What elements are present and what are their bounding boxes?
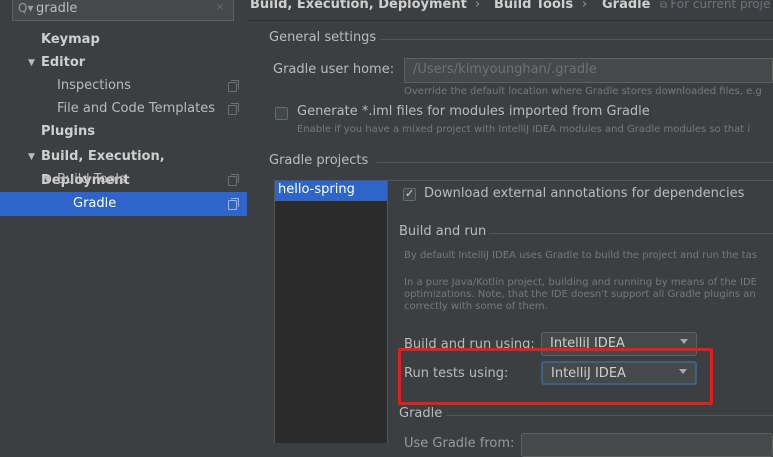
settings-sidebar: Q▾ gradle × Keymap ▼ Editor Inspections … [0,0,247,443]
breadcrumb-item[interactable]: Build, Execution, Deployment [250,0,467,12]
separator [446,415,773,416]
separator [380,39,773,40]
highlight-box [398,348,713,405]
use-gradle-from-label: Use Gradle from: [404,436,515,451]
build-and-run-note-line3: correctly with some of them. [404,301,548,312]
sidebar-item-label: Keymap [41,32,100,47]
search-icon: Q▾ [18,1,34,15]
breadcrumb-separator: › [475,0,481,12]
generate-iml-label[interactable]: Generate *.iml files for modules importe… [297,104,650,119]
project-scope-note: ⧉ For current proje [660,0,770,11]
project-scope-icon [228,174,239,186]
project-scope-icon [228,198,239,210]
sidebar-item-gradle[interactable]: Gradle [0,192,247,216]
project-scope-note-text: For current proje [670,0,771,11]
sidebar-item-label: Build Tools [57,172,126,187]
search-field[interactable]: Q▾ gradle × [12,0,234,21]
expand-arrow-icon[interactable]: ▼ [44,168,51,192]
sidebar-item-label: File and Code Templates [57,101,215,116]
separator [489,233,773,234]
general-settings-title: General settings [269,30,377,45]
breadcrumb-item: Gradle [602,0,651,12]
gradle-user-home-label: Gradle user home: [273,62,395,77]
sidebar-item-label: Inspections [57,78,131,93]
project-scope-icon [228,80,239,92]
gradle-projects-title: Gradle projects [269,153,369,168]
build-and-run-note-line2: optimizations. Note, that the IDE doesn'… [404,289,756,300]
gradle-user-home-field[interactable]: /Users/kimyounghan/.gradle [404,58,773,83]
sidebar-item-plugins[interactable]: Plugins [0,120,247,144]
sidebar-item-label: Plugins [41,124,95,139]
clear-search-icon[interactable]: × [216,2,224,13]
generate-iml-hint: Enable if you have a mixed project with … [297,124,751,135]
separator [377,162,773,163]
download-annotations-checkbox[interactable] [403,187,416,201]
gradle-projects-list[interactable]: hello-spring [274,180,388,443]
sidebar-item-label: Editor [41,55,86,70]
project-scope-icon: ⧉ [660,0,671,11]
chevron-down-icon [680,339,688,344]
expand-arrow-icon[interactable]: ▼ [28,51,35,75]
build-and-run-description: By default IntelliJ IDEA uses Gradle to … [404,250,757,261]
search-input[interactable]: gradle [36,1,77,16]
sidebar-item-editor[interactable]: ▼ Editor [0,51,247,75]
gradle-user-home-hint: Override the default location where Grad… [404,86,762,97]
sidebar-item-build-tools[interactable]: ▼ Build Tools [0,168,247,192]
gradle-section-title: Gradle [399,406,443,421]
list-item[interactable]: hello-spring [275,181,387,201]
use-gradle-from-dropdown[interactable] [521,433,773,457]
sidebar-item-inspections[interactable]: Inspections [0,74,247,98]
sidebar-item-file-code-templates[interactable]: File and Code Templates [0,97,247,121]
download-annotations-label[interactable]: Download external annotations for depend… [424,186,744,201]
gradle-user-home-input[interactable]: /Users/kimyounghan/.gradle [413,62,597,77]
breadcrumb-item[interactable]: Build Tools [494,0,573,12]
project-scope-icon [228,103,239,115]
expand-arrow-icon[interactable]: ▼ [28,145,35,169]
sidebar-item-build-execution-deployment[interactable]: ▼ Build, Execution, Deployment [0,145,247,188]
sidebar-item-keymap[interactable]: Keymap [0,28,247,52]
sidebar-item-label: Gradle [73,196,117,211]
generate-iml-checkbox[interactable] [275,107,288,120]
project-name: hello-spring [278,182,355,197]
breadcrumb: Build, Execution, Deployment › Build Too… [247,0,773,21]
breadcrumb-separator: › [582,0,588,12]
build-and-run-title: Build and run [399,224,487,239]
build-and-run-note-line1: In a pure Java/Kotlin project, building … [404,277,757,288]
